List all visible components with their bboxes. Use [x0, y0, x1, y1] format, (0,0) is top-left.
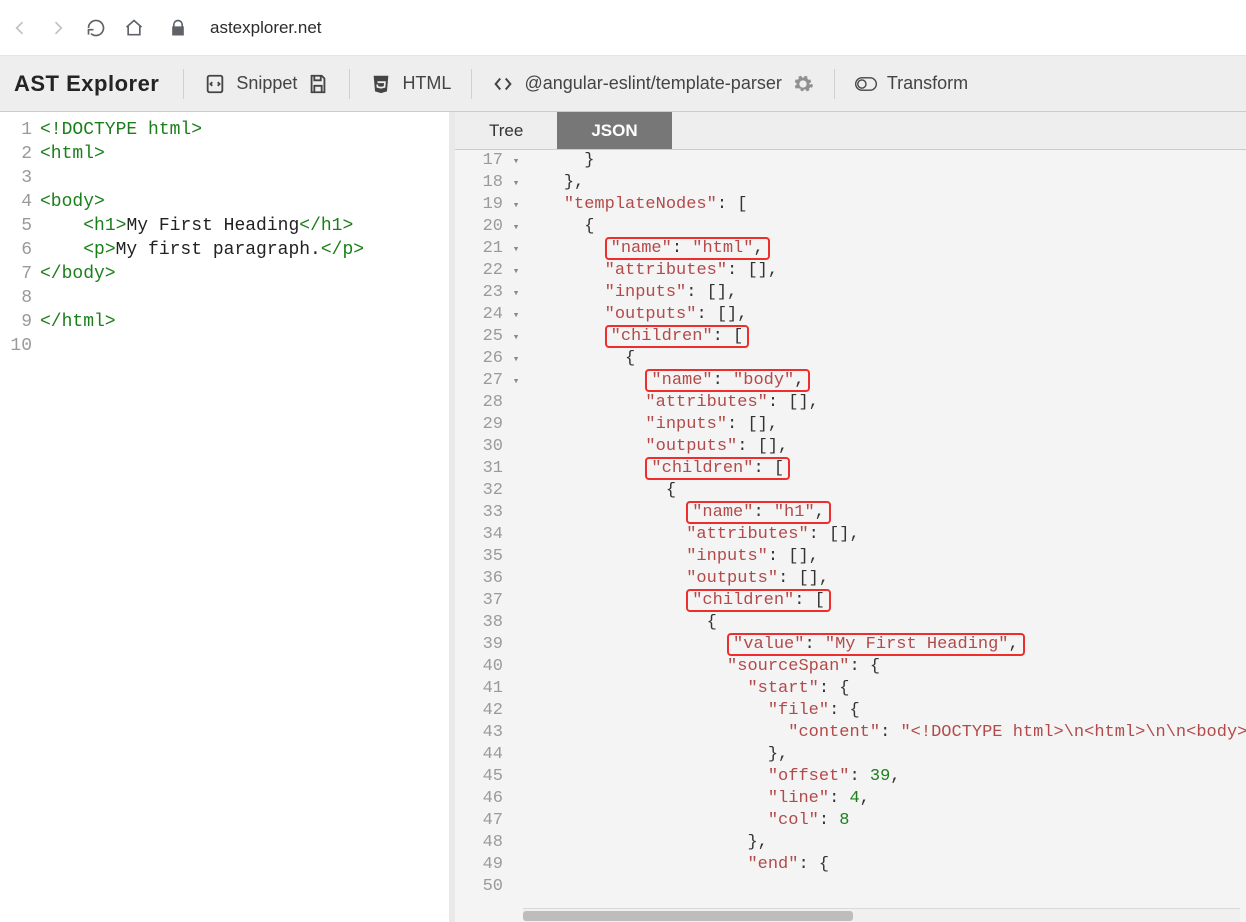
- tab-tree[interactable]: Tree: [455, 112, 557, 149]
- back-arrow-icon[interactable]: [10, 18, 30, 38]
- json-output[interactable]: 1718192021222324252627282930313233343536…: [455, 150, 1246, 922]
- app-toolbar: AST Explorer Snippet HTML @angular-eslin…: [0, 56, 1246, 112]
- snippet-label: Snippet: [236, 73, 297, 94]
- source-code[interactable]: <!DOCTYPE html><html> <body> <h1>My Firs…: [40, 118, 364, 358]
- separator: [349, 69, 350, 99]
- source-editor-pane[interactable]: 12345678910 <!DOCTYPE html><html> <body>…: [0, 112, 455, 922]
- output-tabs: Tree JSON: [455, 112, 1246, 150]
- line-number-gutter: 12345678910: [0, 118, 40, 358]
- toggle-off-icon: [855, 73, 877, 95]
- parser-label: @angular-eslint/template-parser: [524, 73, 781, 94]
- output-pane: Tree JSON 171819202122232425262728293031…: [455, 112, 1246, 922]
- html5-icon: [370, 73, 392, 95]
- horizontal-scrollbar[interactable]: [523, 908, 1240, 922]
- forward-arrow-icon[interactable]: [48, 18, 68, 38]
- tab-json[interactable]: JSON: [557, 112, 671, 149]
- transform-label: Transform: [887, 73, 968, 94]
- save-icon: [307, 73, 329, 95]
- browser-toolbar: astexplorer.net: [0, 0, 1246, 56]
- separator: [834, 69, 835, 99]
- url-text[interactable]: astexplorer.net: [210, 18, 322, 38]
- lock-icon[interactable]: [168, 18, 188, 38]
- json-code[interactable]: } }, "templateNodes": [ { "name": "html"…: [523, 150, 1246, 898]
- home-icon[interactable]: [124, 18, 144, 38]
- scrollbar-thumb[interactable]: [523, 911, 853, 921]
- separator: [471, 69, 472, 99]
- transform-toggle[interactable]: Transform: [855, 73, 968, 95]
- brand-title: AST Explorer: [14, 71, 159, 97]
- fold-gutter[interactable]: ▾▾▾▾▾▾▾▾▾▾▾: [509, 150, 523, 392]
- snippet-menu[interactable]: Snippet: [204, 73, 329, 95]
- code-file-icon: [204, 73, 226, 95]
- line-number-gutter: 1718192021222324252627282930313233343536…: [455, 150, 509, 898]
- gear-icon: [792, 73, 814, 95]
- separator: [183, 69, 184, 99]
- parser-selector[interactable]: @angular-eslint/template-parser: [492, 73, 813, 95]
- language-selector[interactable]: HTML: [370, 73, 451, 95]
- language-label: HTML: [402, 73, 451, 94]
- reload-icon[interactable]: [86, 18, 106, 38]
- code-brackets-icon: [492, 73, 514, 95]
